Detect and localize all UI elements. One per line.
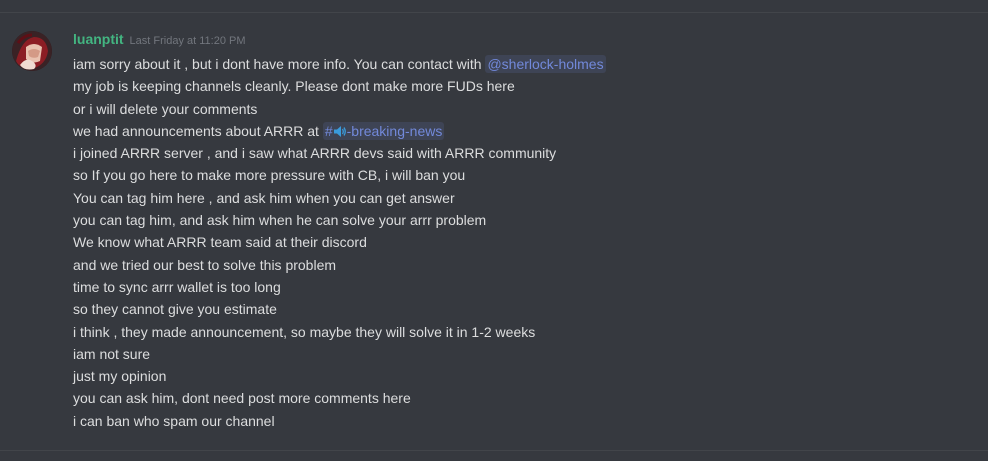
top-divider [0,12,988,13]
bottom-divider [0,450,988,451]
message-line: iam sorry about it , but i dont have mor… [73,53,953,75]
timestamp: Last Friday at 11:20 PM [129,35,246,47]
user-mention[interactable]: @sherlock-holmes [485,55,606,73]
message-text: we had announcements about ARRR at [73,122,323,139]
speaker-icon [333,125,346,137]
channel-hash: # [324,122,333,139]
message-line: or i will delete your comments [73,100,258,117]
message-line: you can tag him, and ask him when he can… [73,212,487,229]
message-line: and we tried our best to solve this prob… [73,256,337,273]
message-line: time to sync arrr wallet is too long [73,278,281,295]
message-line: my job is keeping channels cleanly. Plea… [73,78,515,95]
message-line: so If you go here to make more pressure … [73,167,466,184]
message-line: i joined ARRR server , and i saw what AR… [73,145,557,162]
message-content: iam sorry about it , but i dont have mor… [73,53,953,432]
message-line: You can tag him here , and ask him when … [73,189,455,206]
channel-mention[interactable]: # -breaking-news [322,121,445,140]
message-text: iam sorry about it , but i dont have mor… [73,56,486,72]
message-line: we had announcements about ARRR at # -bre… [73,120,953,142]
username[interactable]: luanptit [73,31,124,47]
message-header: luanptit Last Friday at 11:20 PM [73,31,246,51]
message-line: so they cannot give you estimate [73,301,277,318]
avatar[interactable] [12,31,52,71]
message-line: you can ask him, dont need post more com… [73,390,411,407]
message-line: i can ban who spam our channel [73,412,275,429]
message-line: iam not sure [73,345,151,362]
message-line: just my opinion [73,368,167,385]
avatar-image [12,31,52,71]
message-line: i think , they made announcement, so may… [73,323,536,340]
message-line: We know what ARRR team said at their dis… [73,234,367,251]
channel-name: -breaking-news [346,122,443,139]
